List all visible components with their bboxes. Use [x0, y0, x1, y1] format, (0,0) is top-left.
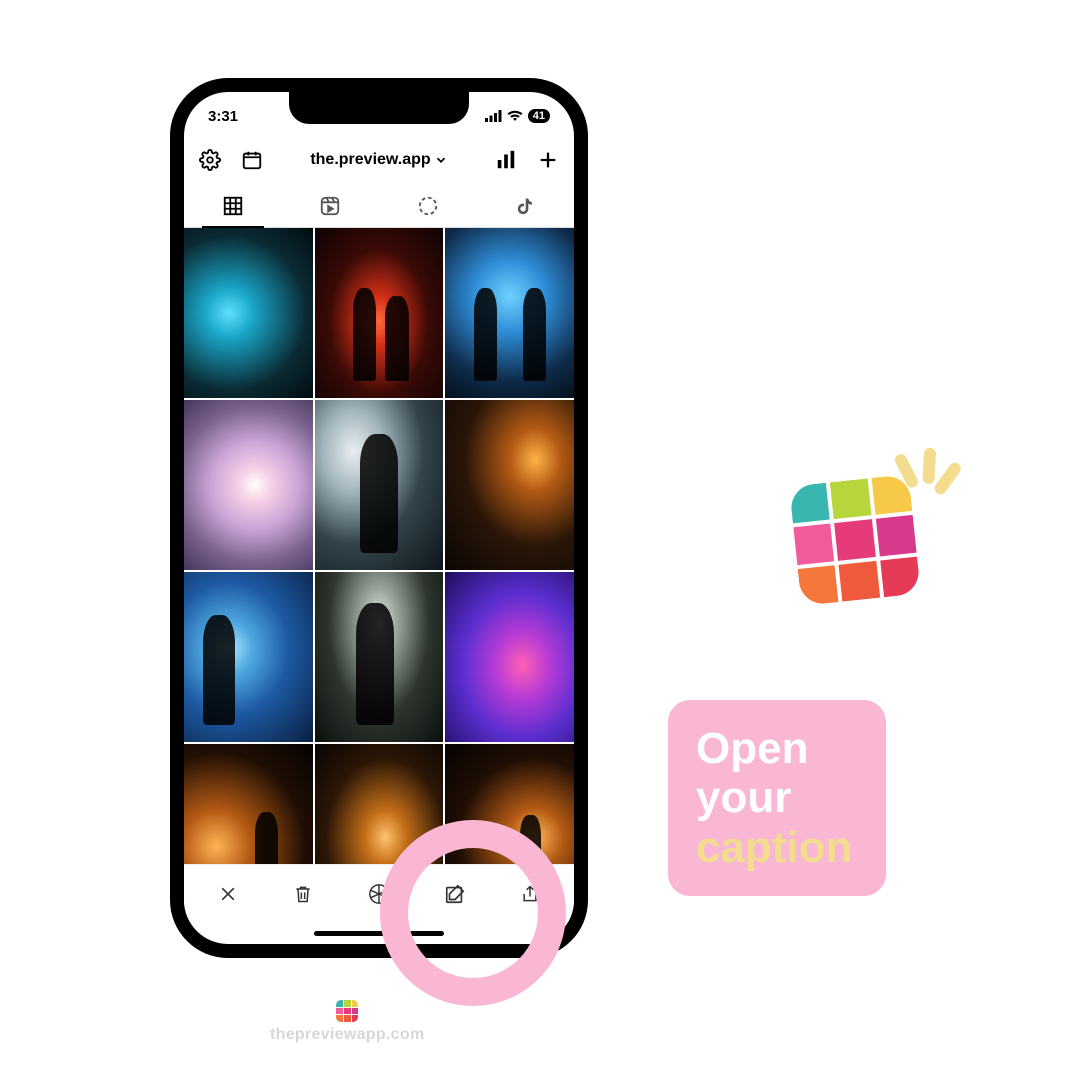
preview-app-logo: [789, 474, 921, 606]
analytics-button[interactable]: [494, 148, 518, 172]
close-button[interactable]: [203, 874, 253, 914]
battery-value: 41: [533, 110, 545, 122]
app-toolbar: the.preview.app: [184, 136, 574, 184]
tab-stories[interactable]: [379, 184, 477, 227]
grid-item[interactable]: [445, 228, 574, 398]
callout-line3: caption: [696, 823, 852, 872]
grid-item[interactable]: [445, 400, 574, 570]
callout-line2: your: [696, 773, 852, 822]
status-right: 41: [485, 109, 550, 123]
phone-mockup: 3:31 41 the.preview.ap: [170, 78, 588, 958]
grid-item[interactable]: [184, 572, 313, 742]
grid-item[interactable]: [184, 744, 313, 864]
account-name: the.preview.app: [310, 151, 430, 169]
grid-item[interactable]: [315, 572, 444, 742]
battery-indicator: 41: [528, 109, 550, 123]
phone-screen: 3:31 41 the.preview.ap: [184, 92, 574, 944]
grid-item[interactable]: [184, 228, 313, 398]
tab-reels[interactable]: [282, 184, 380, 227]
photo-grid: [184, 228, 574, 864]
view-tabs: [184, 184, 574, 228]
chevron-down-icon: [434, 153, 448, 167]
grid-item[interactable]: [315, 228, 444, 398]
calendar-button[interactable]: [240, 148, 264, 172]
wifi-icon: [507, 110, 523, 122]
tab-tiktok[interactable]: [477, 184, 575, 227]
phone-notch: [289, 92, 469, 124]
instruction-callout: Open your caption: [668, 700, 886, 896]
callout-highlight-ring: [380, 820, 566, 1006]
grid-item[interactable]: [315, 400, 444, 570]
account-switcher[interactable]: the.preview.app: [310, 151, 447, 169]
tab-grid[interactable]: [184, 184, 282, 227]
settings-button[interactable]: [198, 148, 222, 172]
delete-button[interactable]: [278, 874, 328, 914]
grid-item[interactable]: [184, 400, 313, 570]
callout-line1: Open: [696, 724, 852, 773]
signal-icon: [485, 110, 502, 122]
status-time: 3:31: [208, 108, 238, 125]
watermark: thepreviewapp.com: [270, 1000, 424, 1044]
add-button[interactable]: [536, 148, 560, 172]
watermark-logo-icon: [336, 1000, 358, 1022]
grid-item[interactable]: [445, 572, 574, 742]
watermark-text: thepreviewapp.com: [270, 1026, 424, 1044]
